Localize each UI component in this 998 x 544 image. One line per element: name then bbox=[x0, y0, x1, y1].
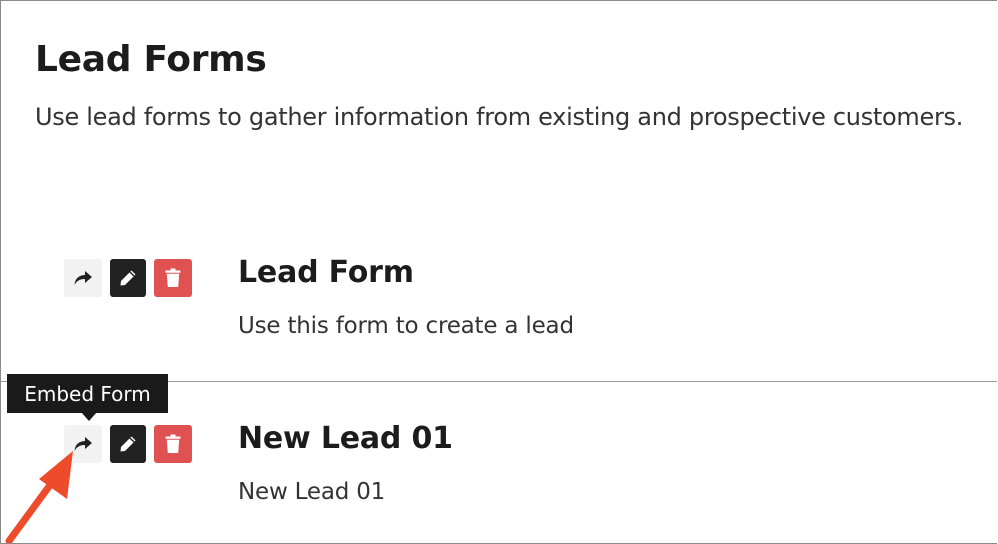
page-title: Lead Forms bbox=[35, 39, 267, 80]
delete-form-button[interactable] bbox=[154, 259, 192, 297]
share-arrow-icon bbox=[74, 271, 92, 285]
edit-form-button[interactable] bbox=[110, 259, 146, 297]
row-actions bbox=[64, 259, 192, 297]
pencil-icon bbox=[120, 436, 136, 452]
form-title[interactable]: New Lead 01 bbox=[238, 421, 453, 456]
form-description: New Lead 01 bbox=[238, 479, 386, 505]
tooltip-pointer bbox=[81, 412, 97, 421]
page-description: Use lead forms to gather information fro… bbox=[35, 103, 964, 131]
form-title[interactable]: Lead Form bbox=[238, 255, 414, 290]
delete-form-button[interactable] bbox=[154, 425, 192, 463]
lead-forms-panel: Lead Forms Use lead forms to gather info… bbox=[0, 0, 997, 544]
pencil-icon bbox=[120, 270, 136, 286]
embed-form-tooltip: Embed Form bbox=[7, 374, 168, 413]
embed-form-button[interactable] bbox=[64, 259, 102, 297]
annotation-arrow-icon bbox=[5, 451, 73, 543]
trash-icon bbox=[165, 434, 181, 453]
edit-form-button[interactable] bbox=[110, 425, 146, 463]
trash-icon bbox=[165, 268, 181, 287]
form-description: Use this form to create a lead bbox=[238, 313, 574, 339]
